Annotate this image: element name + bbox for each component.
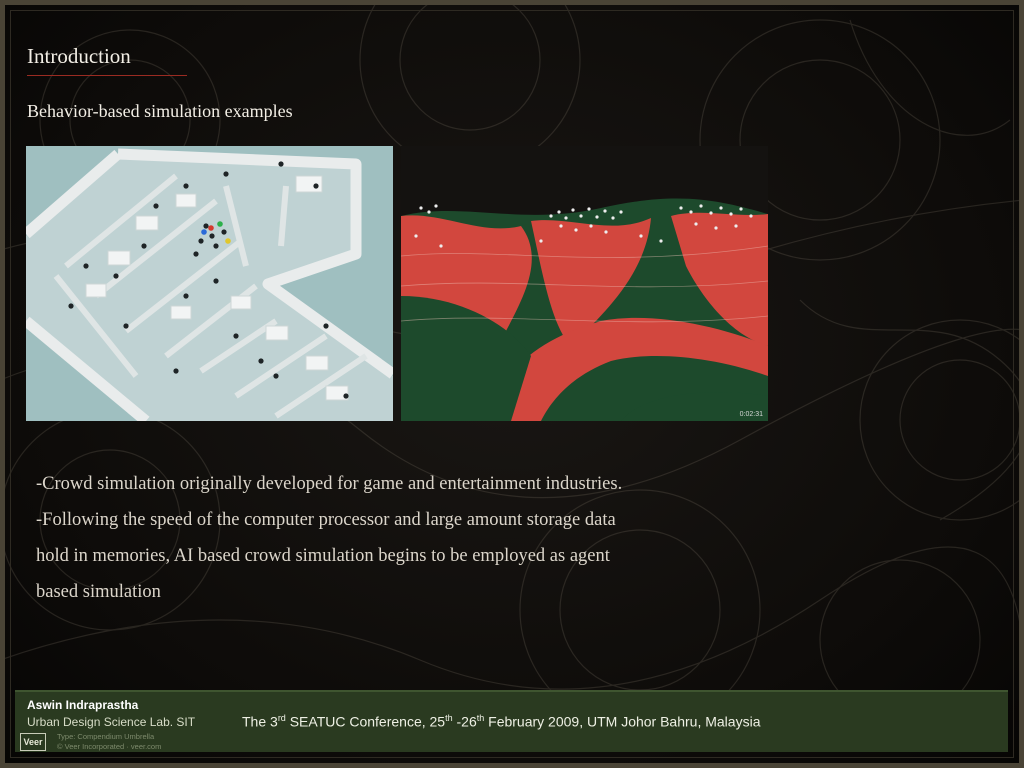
veer-logo-icon: Veer xyxy=(20,733,46,751)
slide: Introduction Behavior-based simulation e… xyxy=(0,0,1024,768)
video-timestamp: 0:02:31 xyxy=(740,411,763,418)
veer-credit: Type: Compendium Umbrella © Veer Incorpo… xyxy=(57,732,161,752)
body-line-3: hold in memories, AI based crowd simulat… xyxy=(36,546,610,566)
footer-bar: Aswin Indraprastha Urban Design Science … xyxy=(15,690,1008,752)
conference-sup-2: th xyxy=(445,713,453,723)
body-line-4: based simulation xyxy=(36,582,161,602)
footer-lab: Urban Design Science Lab. SIT xyxy=(27,715,196,729)
terrain-crowd-image: 0:02:31 xyxy=(401,146,768,421)
body-line-1: -Crowd simulation originally developed f… xyxy=(36,474,623,494)
conference-text-4: February 2009, UTM Johor Bahru, Malaysia xyxy=(484,713,761,730)
slide-title: Introduction xyxy=(27,44,131,68)
veer-credit-line-1: Type: Compendium Umbrella xyxy=(57,732,155,741)
footer-author: Aswin Indraprastha xyxy=(27,698,139,712)
office-floorplan-render xyxy=(26,146,393,421)
slide-subtitle: Behavior-based simulation examples xyxy=(27,101,293,121)
body-line-2: -Following the speed of the computer pro… xyxy=(36,510,616,530)
title-underline xyxy=(27,75,187,76)
terrain-render: 0:02:31 xyxy=(401,146,768,421)
conference-text-2: SEATUC Conference, 25 xyxy=(285,713,446,730)
conference-text-3: -26 xyxy=(452,713,477,730)
body-text: -Crowd simulation originally developed f… xyxy=(36,466,756,610)
footer-conference: The 3rd SEATUC Conference, 25th -26th Fe… xyxy=(242,713,760,730)
office-floorplan-crowd-image xyxy=(26,146,393,421)
conference-text-1: The 3 xyxy=(242,713,278,730)
veer-credit-line-2: © Veer Incorporated · veer.com xyxy=(57,742,162,751)
conference-sup-1: rd xyxy=(277,713,286,723)
